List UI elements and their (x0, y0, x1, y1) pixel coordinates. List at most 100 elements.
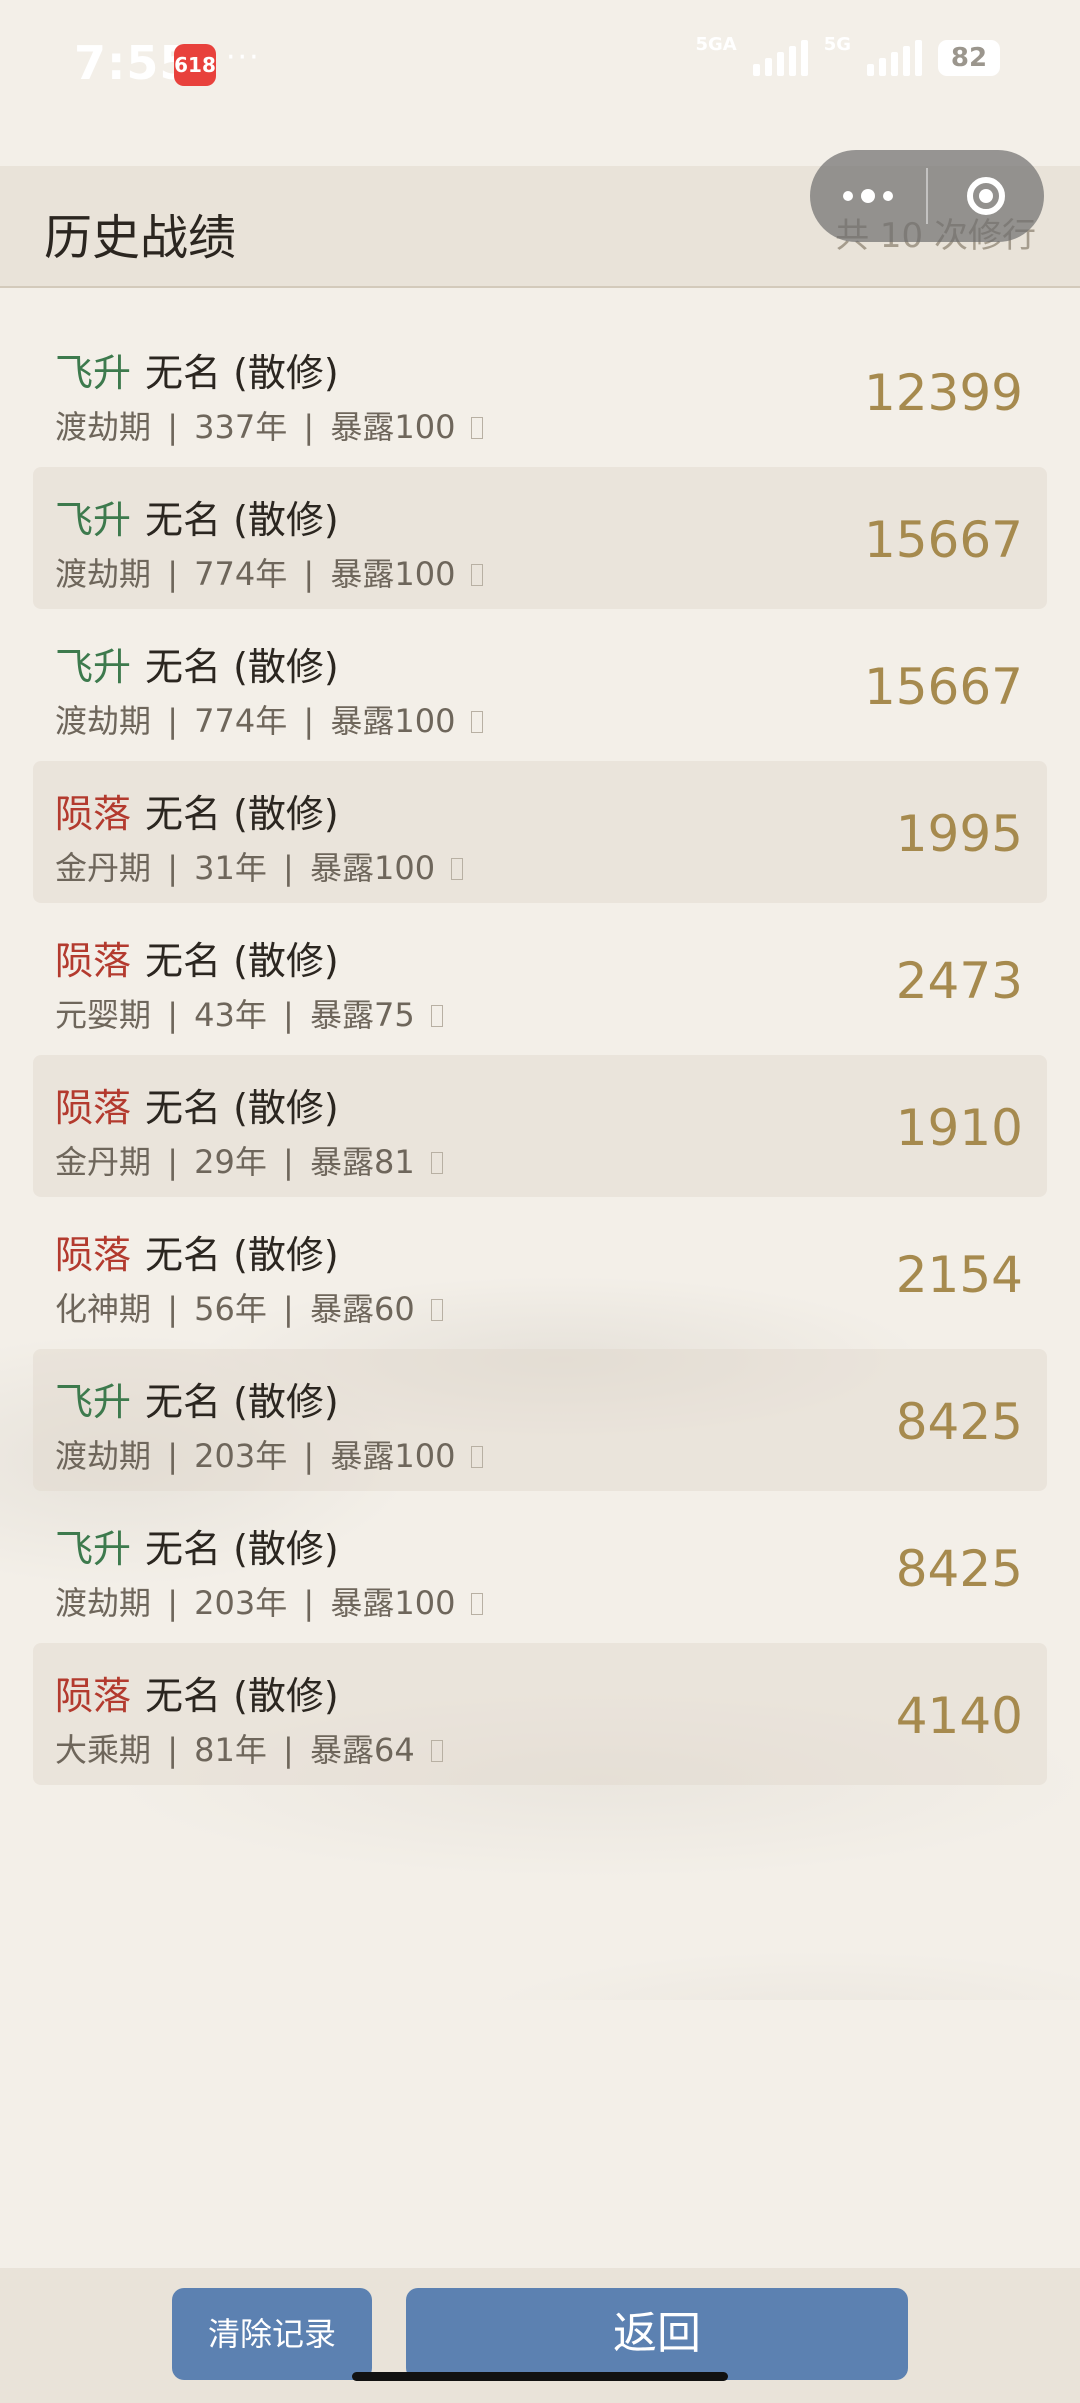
dot-icon (843, 191, 853, 201)
record-details: 渡劫期 | 203年 | 暴露100 (55, 1578, 484, 1624)
missing-glyph-icon (471, 1593, 484, 1615)
record-title: 陨落 无名 (散修) (55, 1077, 339, 1132)
realm-label: 大乘期 (55, 1731, 152, 1769)
years-label: 774年 (194, 555, 288, 593)
record-row[interactable]: 飞升 无名 (散修) 渡劫期 | 774年 | 暴露100 15667 (33, 467, 1047, 609)
realm-label: 渡劫期 (55, 555, 152, 593)
dot-icon (883, 191, 893, 201)
exposure-label: 暴露100 (310, 849, 436, 887)
score-value: 1910 (895, 1099, 1023, 1157)
record-title: 飞升 无名 (散修) (55, 1518, 339, 1573)
missing-glyph-icon (430, 1152, 443, 1174)
years-label: 203年 (194, 1584, 288, 1622)
score-value: 1995 (895, 805, 1023, 863)
realm-label: 化神期 (55, 1290, 152, 1328)
separator: | (303, 1437, 315, 1475)
record-title: 陨落 无名 (散修) (55, 1224, 339, 1279)
signal-icon-secondary (867, 40, 922, 76)
target-icon (967, 177, 1005, 215)
character-name: 无名 (散修) (145, 645, 339, 689)
missing-glyph-icon (471, 1446, 484, 1468)
years-label: 29年 (194, 1143, 267, 1181)
realm-label: 元婴期 (55, 996, 152, 1034)
record-row[interactable]: 飞升 无名 (散修) 渡劫期 | 774年 | 暴露100 15667 (33, 614, 1047, 756)
separator: | (167, 1437, 178, 1475)
more-options-button[interactable] (810, 150, 926, 242)
record-title: 飞升 无名 (散修) (55, 489, 339, 544)
record-details: 渡劫期 | 337年 | 暴露100 (55, 402, 484, 448)
missing-glyph-icon (430, 1005, 443, 1027)
exposure-label: 暴露64 (310, 1731, 415, 1769)
network-label-5ga: 5GA (695, 33, 737, 55)
missing-glyph-icon (471, 564, 484, 586)
score-value: 12399 (863, 364, 1023, 422)
character-name: 无名 (散修) (145, 498, 339, 542)
outcome-label: 陨落 (55, 792, 132, 836)
bottom-bar: 清除记录 返回 (0, 2268, 1080, 2403)
record-details: 渡劫期 | 774年 | 暴露100 (55, 696, 484, 742)
outcome-label: 飞升 (55, 351, 132, 395)
outcome-label: 飞升 (55, 1380, 132, 1424)
score-value: 15667 (863, 511, 1023, 569)
score-value: 2473 (895, 952, 1023, 1010)
outcome-label: 陨落 (55, 1674, 132, 1718)
exposure-label: 暴露81 (310, 1143, 415, 1181)
record-details: 化神期 | 56年 | 暴露60 (55, 1284, 443, 1330)
record-row[interactable]: 陨落 无名 (散修) 金丹期 | 31年 | 暴露100 1995 (33, 761, 1047, 903)
outcome-label: 陨落 (55, 1086, 132, 1130)
separator: | (167, 1290, 178, 1328)
app-notification-icon: 618 (174, 44, 216, 86)
home-indicator[interactable] (352, 2372, 728, 2381)
close-miniprogram-button[interactable] (928, 150, 1044, 242)
record-row[interactable]: 陨落 无名 (散修) 元婴期 | 43年 | 暴露75 2473 (33, 908, 1047, 1050)
separator: | (283, 849, 294, 887)
missing-glyph-icon (471, 417, 484, 439)
character-name: 无名 (散修) (145, 1380, 339, 1424)
record-row[interactable]: 飞升 无名 (散修) 渡劫期 | 203年 | 暴露100 8425 (33, 1349, 1047, 1491)
separator: | (167, 702, 178, 740)
record-details: 金丹期 | 29年 | 暴露81 (55, 1137, 443, 1183)
character-name: 无名 (散修) (145, 1086, 339, 1130)
record-row[interactable]: 陨落 无名 (散修) 化神期 | 56年 | 暴露60 2154 (33, 1202, 1047, 1344)
missing-glyph-icon (430, 1299, 443, 1321)
status-bar: 7:55 618 ··· 5GA 5G 82 (0, 0, 1080, 130)
score-value: 15667 (863, 658, 1023, 716)
record-title: 飞升 无名 (散修) (55, 636, 339, 691)
record-row[interactable]: 飞升 无名 (散修) 渡劫期 | 337年 | 暴露100 12399 (33, 320, 1047, 462)
separator: | (303, 555, 315, 593)
record-details: 渡劫期 | 774年 | 暴露100 (55, 549, 484, 595)
realm-label: 渡劫期 (55, 408, 152, 446)
exposure-label: 暴露100 (330, 1437, 456, 1475)
realm-label: 渡劫期 (55, 1437, 152, 1475)
separator: | (283, 1143, 294, 1181)
separator: | (167, 1584, 178, 1622)
separator: | (283, 996, 294, 1034)
record-details: 元婴期 | 43年 | 暴露75 (55, 990, 443, 1036)
record-title: 陨落 无名 (散修) (55, 1665, 339, 1720)
realm-label: 渡劫期 (55, 1584, 152, 1622)
record-row[interactable]: 陨落 无名 (散修) 金丹期 | 29年 | 暴露81 1910 (33, 1055, 1047, 1197)
record-row[interactable]: 飞升 无名 (散修) 渡劫期 | 203年 | 暴露100 8425 (33, 1496, 1047, 1638)
exposure-label: 暴露100 (330, 702, 456, 740)
years-label: 31年 (194, 849, 267, 887)
exposure-label: 暴露100 (330, 555, 456, 593)
separator: | (167, 996, 178, 1034)
record-row[interactable]: 陨落 无名 (散修) 大乘期 | 81年 | 暴露64 4140 (33, 1643, 1047, 1785)
separator: | (303, 1584, 315, 1622)
separator: | (167, 1731, 178, 1769)
score-value: 2154 (895, 1246, 1023, 1304)
signal-icon (752, 40, 808, 76)
clear-records-button[interactable]: 清除记录 (172, 2288, 372, 2380)
separator: | (167, 1143, 178, 1181)
score-value: 8425 (895, 1393, 1023, 1451)
outcome-label: 飞升 (55, 1527, 132, 1571)
years-label: 774年 (194, 702, 288, 740)
separator: | (167, 555, 178, 593)
score-value: 4140 (895, 1687, 1023, 1745)
years-label: 43年 (194, 996, 267, 1034)
back-button[interactable]: 返回 (406, 2288, 908, 2380)
dot-icon (861, 189, 875, 203)
battery-icon: 82 (938, 40, 1000, 76)
exposure-label: 暴露100 (330, 408, 456, 446)
exposure-label: 暴露100 (330, 1584, 456, 1622)
